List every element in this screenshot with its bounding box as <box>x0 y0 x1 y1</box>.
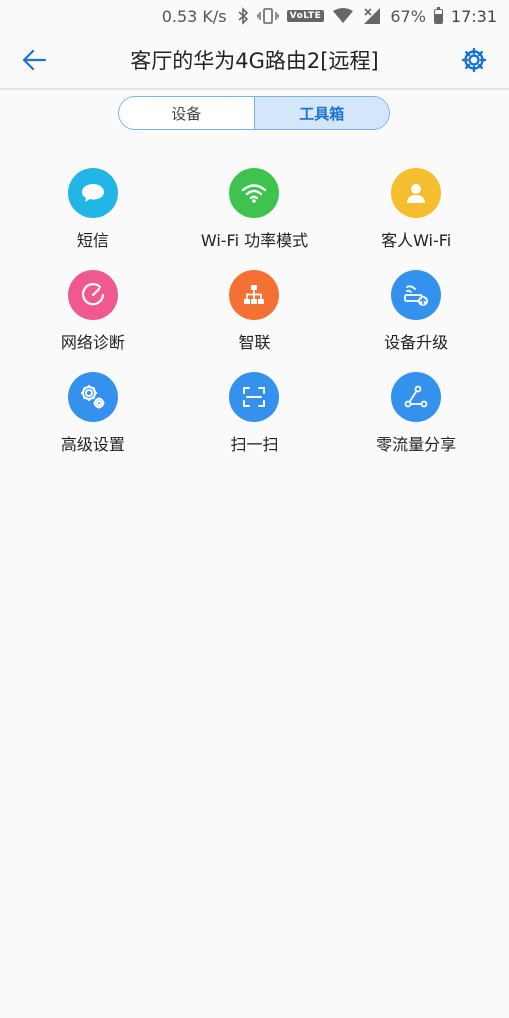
tool-advanced-settings[interactable]: 高级设置 <box>12 372 174 456</box>
clock: 17:31 <box>450 6 497 26</box>
tab-device[interactable]: 设备 <box>119 97 254 129</box>
settings-button[interactable] <box>459 45 489 75</box>
tool-wifi-power-mode[interactable]: Wi-Fi 功率模式 <box>174 168 336 252</box>
chat-bubble-icon <box>67 168 118 218</box>
gear-icon <box>461 47 487 73</box>
tool-scan[interactable]: 扫一扫 <box>174 372 336 456</box>
tools-grid: 短信 Wi-Fi 功率模式 客人Wi-Fi 网络诊断 智联 设备升级 高级设置 … <box>12 168 497 456</box>
tool-label: 网络诊断 <box>60 333 125 352</box>
tool-device-upgrade[interactable]: 设备升级 <box>335 270 497 354</box>
tool-sms[interactable]: 短信 <box>12 168 174 252</box>
tool-label: 短信 <box>76 231 109 250</box>
tool-label: 设备升级 <box>384 333 449 352</box>
gears-icon <box>67 372 118 422</box>
router-upgrade-icon <box>391 270 442 320</box>
back-button[interactable] <box>18 46 50 74</box>
page-title: 客厅的华为4G路由2[远程] <box>130 49 379 73</box>
scan-icon <box>229 372 280 422</box>
tool-label: 智联 <box>238 333 271 352</box>
share-icon <box>391 372 442 422</box>
person-icon <box>391 168 442 218</box>
tab-toolbox[interactable]: 工具箱 <box>253 97 389 129</box>
volte-badge: VoLTE <box>286 10 325 22</box>
tool-label: 高级设置 <box>60 435 125 454</box>
bluetooth-icon <box>237 7 249 25</box>
arrow-left-icon <box>22 49 47 71</box>
battery-percent: 67% <box>390 6 426 26</box>
wifi-signal-icon <box>332 8 354 24</box>
battery-icon <box>433 6 443 24</box>
status-bar: 0.53 K/s VoLTE 67% 17:31 <box>0 0 509 32</box>
network-tree-icon <box>229 270 280 320</box>
wifi-icon <box>229 168 280 218</box>
tool-network-diagnosis[interactable]: 网络诊断 <box>12 270 174 354</box>
gauge-icon <box>67 270 118 320</box>
tool-smart-link[interactable]: 智联 <box>174 270 336 354</box>
tool-guest-wifi[interactable]: 客人Wi-Fi <box>335 168 497 252</box>
tool-label: 客人Wi-Fi <box>381 231 452 250</box>
tab-switcher: 设备 工具箱 <box>118 96 390 130</box>
tool-label: 零流量分享 <box>376 435 457 454</box>
net-speed: 0.53 K/s <box>161 6 227 26</box>
tool-zero-traffic-share[interactable]: 零流量分享 <box>335 372 497 456</box>
tool-label: 扫一扫 <box>230 435 279 454</box>
tool-label: Wi-Fi 功率模式 <box>200 231 309 250</box>
vibrate-icon <box>256 7 279 25</box>
app-header: 客厅的华为4G路由2[远程] <box>0 32 509 90</box>
cellular-signal-icon <box>362 7 382 25</box>
